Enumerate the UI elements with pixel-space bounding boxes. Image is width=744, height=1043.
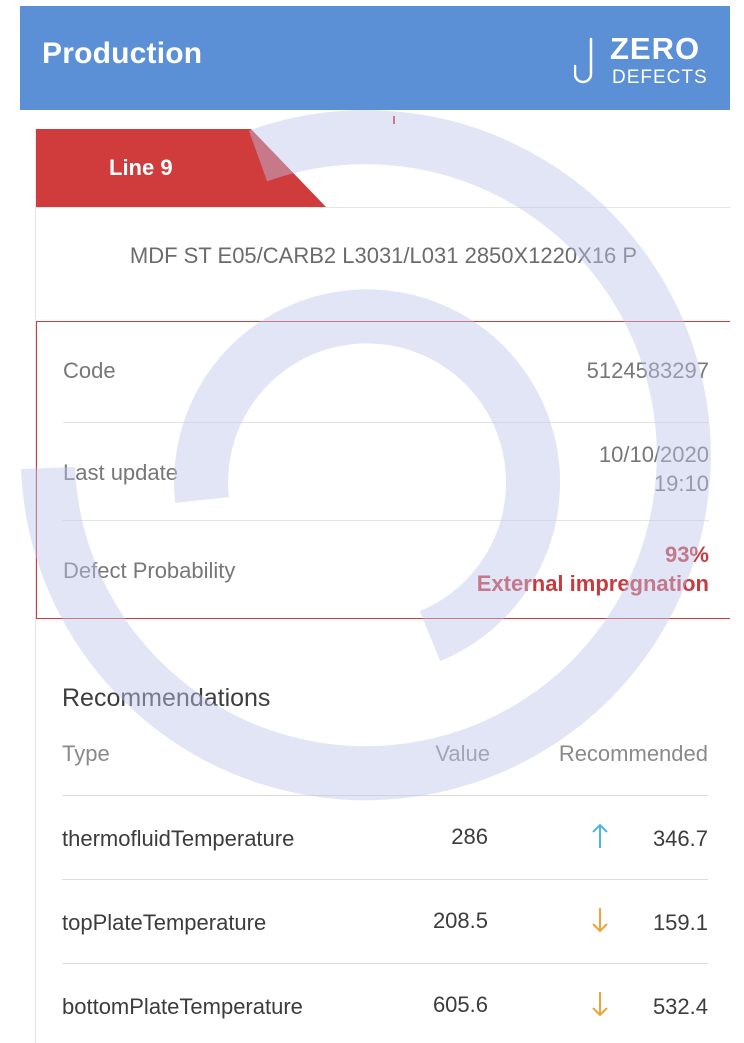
last-update-time: 19:10 <box>653 471 709 496</box>
recommendations-title: Recommendations <box>62 684 271 712</box>
row-value: 286 <box>451 824 488 849</box>
info-row-code: Code 5124583297 <box>63 322 709 423</box>
app-screen: Production ZERO DEFECTS Line 9 MDF ST E0… <box>20 6 730 1043</box>
product-name: MDF ST E05/CARB2 L3031/L031 2850X1220X16… <box>129 243 638 268</box>
up-arrow-icon <box>592 823 608 848</box>
app-header: Production ZERO DEFECTS <box>20 6 730 110</box>
tab-line-9-label: Line 9 <box>109 155 173 180</box>
code-value: 5124583297 <box>586 358 709 383</box>
info-row-defect-probability: Defect Probability 93% External impregna… <box>63 520 709 618</box>
last-update-label: Last update <box>63 460 178 485</box>
row-value: 208.5 <box>432 908 488 933</box>
tab-line-9[interactable]: Line 9 <box>36 129 326 207</box>
down-arrow-icon <box>592 908 608 933</box>
table-row: bottomPlateTemperature 605.6 532.4 <box>62 963 708 1043</box>
row-type: topPlateTemperature <box>62 910 267 935</box>
down-arrow-icon <box>592 992 608 1017</box>
last-update-date: 10/10/2020 <box>598 442 709 467</box>
code-label: Code <box>63 358 116 383</box>
zero-defects-logo: ZERO DEFECTS <box>570 30 720 90</box>
table-row: topPlateTemperature 208.5 159.1 <box>62 879 708 962</box>
defect-type: External impregnation <box>476 571 709 596</box>
row-recommended: 159.1 <box>652 910 708 935</box>
info-row-last-update: Last update 10/10/2020 19:10 <box>63 422 709 521</box>
row-recommended: 532.4 <box>652 994 708 1019</box>
logo-text-defects: DEFECTS <box>612 67 708 88</box>
defect-probability-label: Defect Probability <box>63 558 236 583</box>
defect-percent: 93% <box>664 542 709 567</box>
line-tab-bar: Line 9 <box>36 129 730 208</box>
column-header-recommended: Recommended <box>558 741 708 766</box>
column-header-value: Value <box>435 741 490 766</box>
production-card: Line 9 MDF ST E05/CARB2 L3031/L031 2850X… <box>35 129 730 1043</box>
row-value: 605.6 <box>432 992 488 1017</box>
defect-probability-value: 93% External impregnation <box>477 540 709 598</box>
row-type: bottomPlateTemperature <box>62 994 303 1019</box>
indicator-mark <box>393 116 395 124</box>
logo-hook-icon <box>574 37 593 84</box>
product-info-box: Code 5124583297 Last update 10/10/2020 1… <box>36 321 730 619</box>
row-recommended: 346.7 <box>652 826 708 851</box>
page-title: Production <box>42 37 203 70</box>
row-type: thermofluidTemperature <box>62 826 295 851</box>
column-header-type: Type <box>62 741 110 766</box>
last-update-value: 10/10/2020 19:10 <box>599 440 709 498</box>
logo-text-zero: ZERO <box>610 31 701 66</box>
table-row: thermofluidTemperature 286 346.7 <box>62 795 708 878</box>
